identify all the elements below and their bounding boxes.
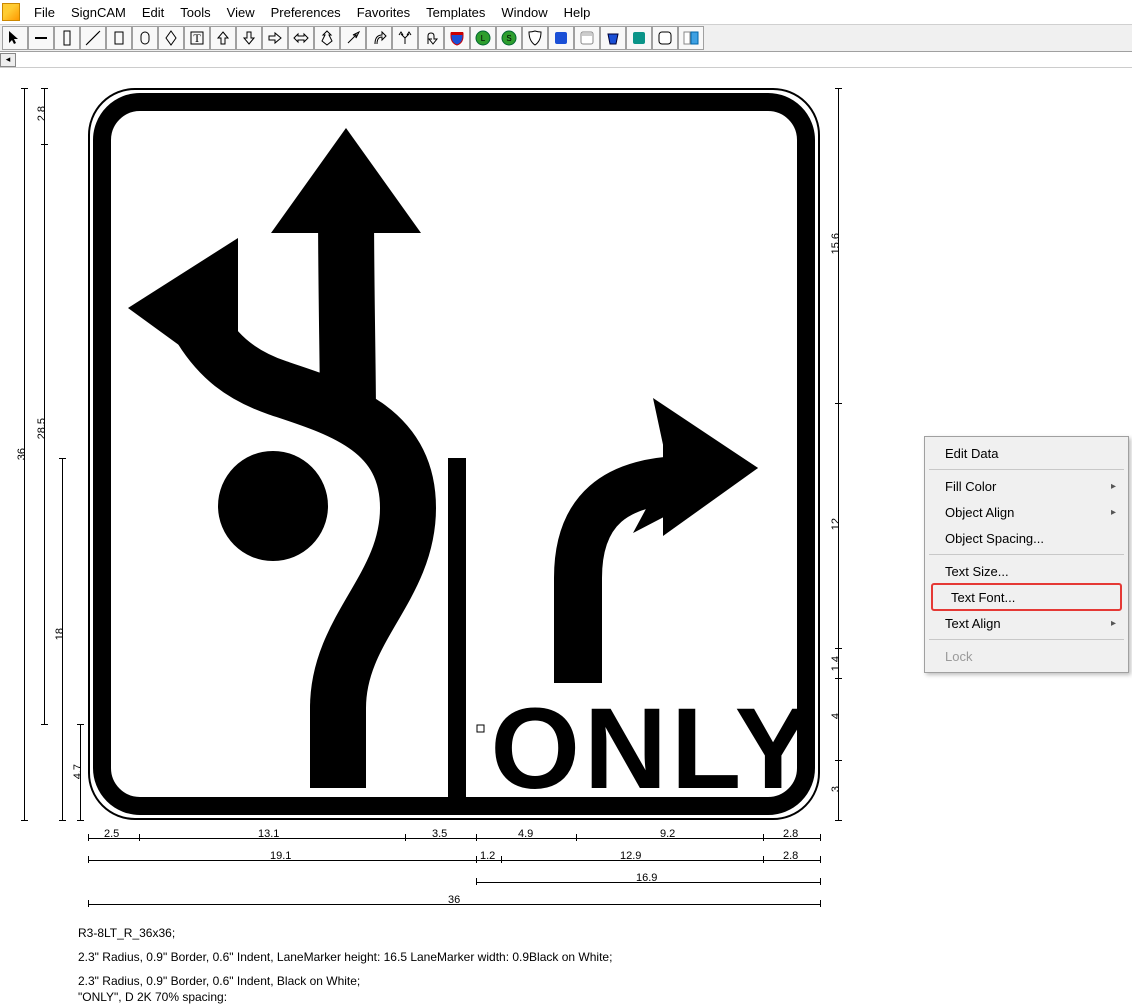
dim-total: 36 xyxy=(448,894,460,906)
tool-arrow-branch[interactable] xyxy=(392,26,418,50)
ctx-label: Text Size... xyxy=(945,564,1009,579)
tool-bucket-blue[interactable] xyxy=(600,26,626,50)
dim-b1-0: 2.5 xyxy=(104,828,119,840)
ctx-label: Fill Color xyxy=(945,479,996,494)
ctx-separator xyxy=(929,469,1124,470)
ctx-separator xyxy=(929,554,1124,555)
ctx-text-align[interactable]: Text Align ▸ xyxy=(927,610,1126,636)
dim-b3: 16.9 xyxy=(636,872,657,884)
dim-b1-5: 2.8 xyxy=(783,828,798,840)
tool-diamond[interactable] xyxy=(158,26,184,50)
ctx-object-align[interactable]: Object Align ▸ xyxy=(927,499,1126,525)
desc-line-1: R3-8LT_R_36x36; xyxy=(78,926,175,940)
tool-shield-blue[interactable] xyxy=(444,26,470,50)
menu-templates[interactable]: Templates xyxy=(418,3,493,22)
dim-b2-3: 2.8 xyxy=(783,850,798,862)
tool-arrow-down[interactable] xyxy=(236,26,262,50)
svg-text:S: S xyxy=(506,34,511,43)
horiz-scroll-stub: ◂ xyxy=(0,52,1132,68)
dim-b1-3: 4.9 xyxy=(518,828,533,840)
ctx-label: Object Spacing... xyxy=(945,531,1044,546)
menu-help[interactable]: Help xyxy=(556,3,599,22)
menu-signcam[interactable]: SignCAM xyxy=(63,3,134,22)
dim-right-small2: 4 xyxy=(830,713,842,719)
tool-arrow-curve-right[interactable] xyxy=(366,26,392,50)
tool-rect-outline[interactable] xyxy=(106,26,132,50)
menu-bar: File SignCAM Edit Tools View Preferences… xyxy=(0,0,1132,24)
tool-arrow-lr[interactable] xyxy=(288,26,314,50)
tool-square-white[interactable] xyxy=(574,26,600,50)
desc-line-2: 2.3" Radius, 0.9" Border, 0.6" Indent, L… xyxy=(78,950,612,964)
ctx-object-spacing[interactable]: Object Spacing... xyxy=(927,525,1126,551)
sign-panel[interactable]: ONLY xyxy=(88,88,820,820)
ctx-lock: Lock xyxy=(927,643,1126,669)
only-text: ONLY xyxy=(491,685,816,813)
ctx-text-size[interactable]: Text Size... xyxy=(927,558,1126,584)
chevron-right-icon: ▸ xyxy=(1111,507,1116,518)
chevron-right-icon: ▸ xyxy=(1111,618,1116,629)
menu-tools[interactable]: Tools xyxy=(172,3,218,22)
scroll-left-button[interactable]: ◂ xyxy=(0,53,16,67)
tool-text[interactable]: T xyxy=(184,26,210,50)
ctx-separator xyxy=(929,639,1124,640)
tool-diagonal[interactable] xyxy=(80,26,106,50)
tool-shield-green-l[interactable]: L xyxy=(470,26,496,50)
tool-align[interactable] xyxy=(678,26,704,50)
dim-right-small1: 1.4 xyxy=(830,656,842,671)
tool-arrow-up[interactable] xyxy=(210,26,236,50)
ctx-fill-color[interactable]: Fill Color ▸ xyxy=(927,473,1126,499)
ctx-label: Edit Data xyxy=(945,446,998,461)
ctx-text-font[interactable]: Text Font... xyxy=(931,583,1122,611)
desc-line-4: "ONLY", D 2K 70% spacing: xyxy=(78,990,227,1004)
context-menu: Edit Data Fill Color ▸ Object Align ▸ Obje… xyxy=(924,436,1129,673)
tool-minus[interactable] xyxy=(28,26,54,50)
dim-left-top-margin: 2.8 xyxy=(36,106,48,121)
tool-arrow-ne[interactable] xyxy=(340,26,366,50)
dim-b2-1: 1.2 xyxy=(480,850,495,862)
toolbar: T L S xyxy=(0,24,1132,52)
tool-square-rounded[interactable] xyxy=(652,26,678,50)
dim-right-mid: 12 xyxy=(830,518,842,530)
dim-right-upper: 15.6 xyxy=(830,233,842,254)
menu-edit[interactable]: Edit xyxy=(134,3,172,22)
menu-preferences[interactable]: Preferences xyxy=(263,3,349,22)
ctx-label: Text Font... xyxy=(951,590,1015,605)
dim-b1-4: 9.2 xyxy=(660,828,675,840)
svg-text:T: T xyxy=(193,31,201,45)
tool-square-blue[interactable] xyxy=(548,26,574,50)
tool-arrow-uturn[interactable] xyxy=(418,26,444,50)
tool-arrow-updown[interactable] xyxy=(314,26,340,50)
dim-left-outer: 36 xyxy=(16,448,28,460)
tool-shield-green-s[interactable]: S xyxy=(496,26,522,50)
dim-right-bottom: 3 xyxy=(830,786,842,792)
tool-square-teal[interactable] xyxy=(626,26,652,50)
dim-left-lower: 18 xyxy=(54,628,66,640)
menu-view[interactable]: View xyxy=(219,3,263,22)
dim-left-bottom-margin: 4.7 xyxy=(72,764,84,779)
tool-rounded-rect[interactable] xyxy=(132,26,158,50)
menu-favorites[interactable]: Favorites xyxy=(349,3,418,22)
desc-line-3: 2.3" Radius, 0.9" Border, 0.6" Indent, B… xyxy=(78,974,360,988)
dim-b1-1: 13.1 xyxy=(258,828,279,840)
tool-badge[interactable] xyxy=(522,26,548,50)
dim-left-upper: 28.5 xyxy=(36,418,48,439)
tool-arrow-right[interactable] xyxy=(262,26,288,50)
app-icon xyxy=(2,3,20,21)
tool-pointer[interactable] xyxy=(2,26,28,50)
ctx-label: Object Align xyxy=(945,505,1014,520)
dim-b1-2: 3.5 xyxy=(432,828,447,840)
ctx-edit-data[interactable]: Edit Data xyxy=(927,440,1126,466)
dim-b2-2: 12.9 xyxy=(620,850,641,862)
chevron-right-icon: ▸ xyxy=(1111,481,1116,492)
ctx-label: Text Align xyxy=(945,616,1001,631)
ctx-label: Lock xyxy=(945,649,972,664)
menu-window[interactable]: Window xyxy=(493,3,555,22)
menu-file[interactable]: File xyxy=(26,3,63,22)
dim-b2-0: 19.1 xyxy=(270,850,291,862)
svg-text:L: L xyxy=(481,34,486,43)
tool-vertical-bar[interactable] xyxy=(54,26,80,50)
